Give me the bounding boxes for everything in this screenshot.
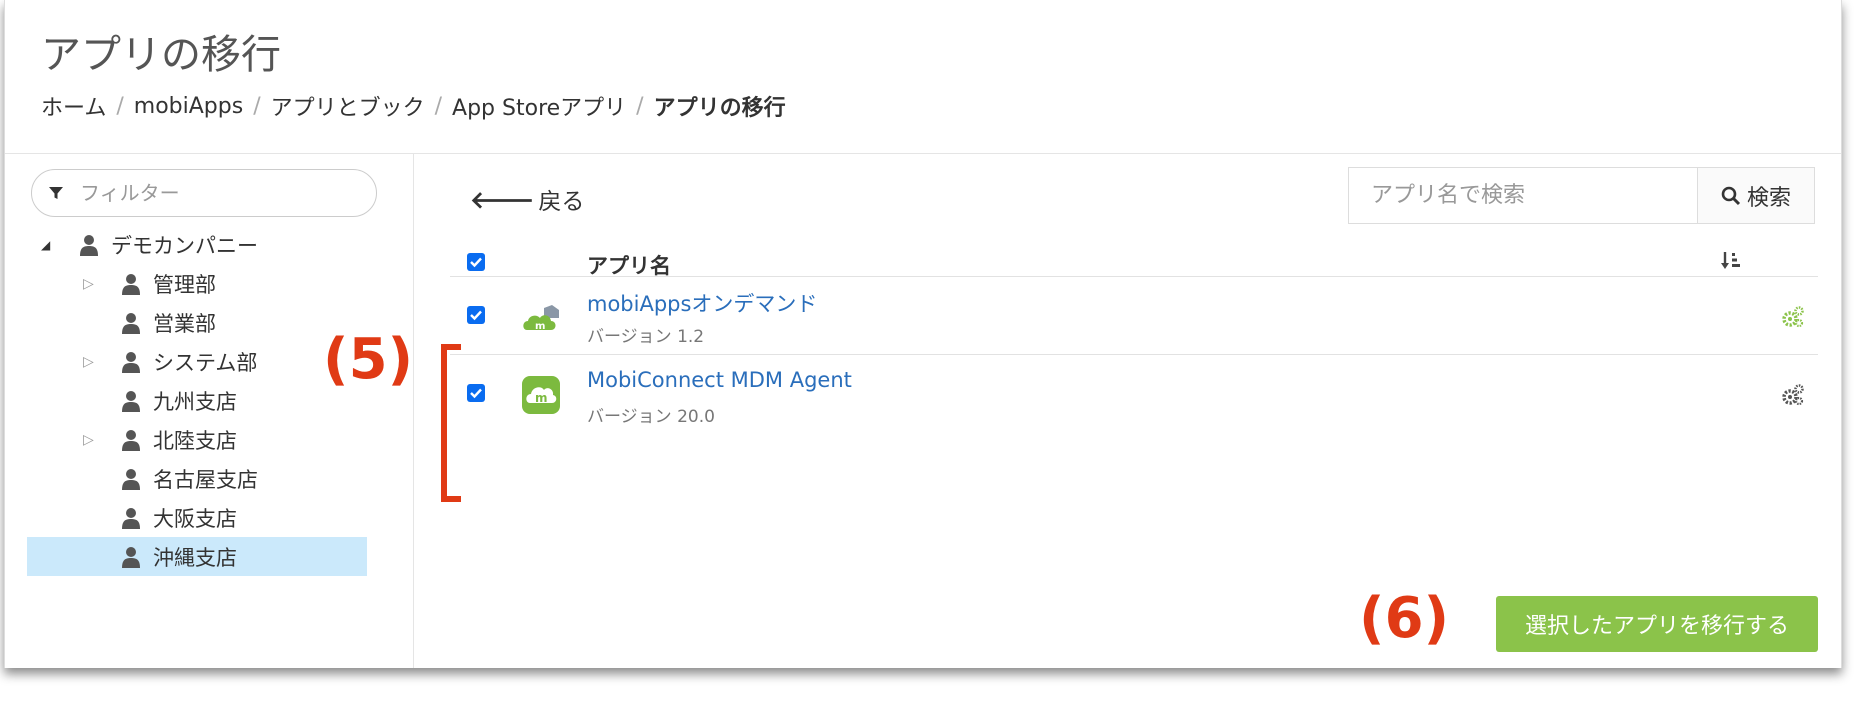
tree-item-demo-company[interactable]: ◢ デモカンパニー (41, 225, 341, 264)
table-divider (450, 276, 1818, 277)
breadcrumb-separator: / (636, 93, 644, 119)
tree-collapsed-icon[interactable]: ▷ (83, 354, 94, 370)
table-divider (450, 354, 1818, 355)
filter-icon (49, 187, 63, 199)
app-window: アプリの移行 ホーム / mobiApps / アプリとブック / App St… (4, 0, 1842, 668)
back-label: 戻る (538, 189, 585, 215)
filter-input[interactable] (78, 180, 342, 206)
check-icon (470, 388, 482, 399)
user-icon (121, 468, 141, 490)
tree-item-label: 北陸支店 (153, 428, 237, 453)
select-all-checkbox[interactable] (467, 253, 485, 271)
breadcrumb-home[interactable]: ホーム (41, 90, 106, 122)
search-button[interactable]: 検索 (1697, 168, 1814, 223)
breadcrumb-app-store-apps[interactable]: App Storeアプリ (452, 90, 626, 122)
breadcrumb-apps-and-books[interactable]: アプリとブック (271, 90, 425, 122)
row-checkbox[interactable] (467, 306, 485, 324)
app-version: バージョン 1.2 (587, 327, 705, 347)
page-title: アプリの移行 (41, 32, 281, 78)
user-icon (121, 429, 141, 451)
annotation-label-5: (5) (323, 327, 414, 392)
tree-item-label: システム部 (153, 350, 258, 375)
check-icon (470, 257, 482, 268)
user-icon (121, 312, 141, 334)
user-icon (121, 507, 141, 529)
svg-text:m: m (535, 321, 545, 332)
tree-item-osaka[interactable]: 大阪支店 (81, 498, 341, 537)
migrate-selected-apps-button[interactable]: 選択したアプリを移行する (1496, 596, 1818, 652)
tree-item-label: 営業部 (153, 311, 216, 336)
app-name-link[interactable]: MobiConnect MDM Agent (587, 368, 852, 392)
svg-text:m: m (535, 391, 548, 405)
breadcrumb: ホーム / mobiApps / アプリとブック / App Storeアプリ … (41, 90, 786, 122)
tree-expanded-icon[interactable]: ◢ (41, 238, 50, 252)
sidebar: ◢ デモカンパニー ▷ 管理部 営業部 ▷ システム部 (5, 154, 414, 668)
tree-item-nagoya[interactable]: 名古屋支店 (81, 459, 341, 498)
app-version: バージョン 20.0 (587, 407, 715, 427)
tree-item-label: 九州支店 (153, 389, 237, 414)
tree-collapsed-icon[interactable]: ▷ (83, 432, 94, 448)
breadcrumb-current: アプリの移行 (653, 96, 786, 121)
user-icon (121, 390, 141, 412)
gears-icon[interactable] (1782, 384, 1804, 410)
tree-item-hokuriku[interactable]: ▷ 北陸支店 (81, 420, 341, 459)
search-button-label: 検索 (1746, 185, 1791, 211)
tree-item-label: 名古屋支店 (153, 467, 258, 492)
user-icon (121, 546, 141, 568)
annotation-label-6: (6) (1359, 586, 1450, 651)
search-group: 検索 (1348, 167, 1815, 224)
tree-item-system[interactable]: ▷ システム部 (81, 342, 341, 381)
annotation-bracket (441, 344, 461, 502)
filter-box[interactable] (31, 169, 377, 217)
breadcrumb-mobiapps[interactable]: mobiApps (134, 94, 243, 119)
back-button[interactable]: 🡐 戻る (470, 182, 584, 216)
user-icon (79, 234, 99, 256)
user-icon (121, 273, 141, 295)
tree-item-label: デモカンパニー (111, 233, 258, 258)
tree-item-sales[interactable]: 営業部 (81, 303, 341, 342)
breadcrumb-separator: / (253, 93, 261, 119)
row-checkbox[interactable] (467, 384, 485, 402)
search-input[interactable] (1349, 168, 1697, 223)
tree-item-admin[interactable]: ▷ 管理部 (81, 264, 341, 303)
cloud-m-gray-icon: m (522, 304, 562, 338)
mobiconnect-icon: m (522, 376, 560, 418)
app-name-link[interactable]: mobiAppsオンデマンド (587, 288, 817, 318)
tree-item-okinawa[interactable]: 沖縄支店 (27, 537, 367, 576)
check-icon (470, 310, 482, 321)
user-icon (121, 351, 141, 373)
tree-item-label: 大阪支店 (153, 506, 237, 531)
breadcrumb-separator: / (434, 93, 443, 119)
tree-item-label: 沖縄支店 (153, 545, 237, 570)
search-icon (1721, 186, 1741, 205)
tree-item-kyushu[interactable]: 九州支店 (81, 381, 341, 420)
main-panel: 🡐 戻る 検索 アプリ名 (414, 154, 1841, 668)
arrow-left-icon: 🡐 (470, 185, 535, 214)
breadcrumb-separator: / (116, 93, 124, 119)
gears-icon[interactable] (1782, 306, 1804, 332)
sort-icon[interactable] (1720, 250, 1742, 276)
tree-item-label: 管理部 (153, 272, 216, 297)
tree-collapsed-icon[interactable]: ▷ (83, 276, 94, 292)
